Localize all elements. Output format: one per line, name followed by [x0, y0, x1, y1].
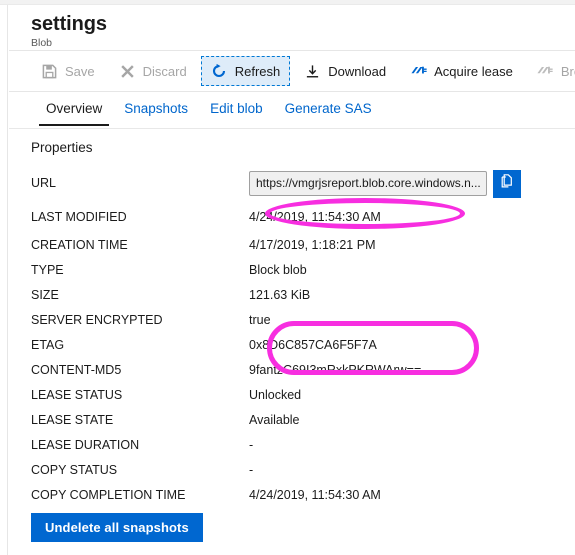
save-icon	[41, 63, 58, 80]
property-value: -	[249, 463, 254, 477]
refresh-button[interactable]: Refresh	[200, 56, 291, 86]
copy-icon	[499, 173, 515, 194]
save-button[interactable]: Save	[31, 56, 105, 86]
discard-button[interactable]: Discard	[109, 56, 197, 86]
property-value: 4/24/2019, 11:54:30 AM	[249, 210, 381, 224]
save-label: Save	[65, 63, 95, 79]
properties-heading: Properties	[31, 140, 93, 155]
acquire-lease-button[interactable]: Acquire lease	[400, 56, 523, 86]
property-label: SERVER ENCRYPTED	[31, 313, 163, 327]
property-label: COPY COMPLETION TIME	[31, 488, 186, 502]
blob-settings-panel: settings Blob Save Discard Refresh Downl…	[0, 0, 575, 555]
property-row-copy-completion-time: COPY COMPLETION TIME 4/24/2019, 11:54:30…	[0, 483, 575, 508]
property-label: CONTENT-MD5	[31, 363, 122, 377]
property-value: 0x8D6C857CA6F5F7A	[249, 338, 377, 352]
property-row-lease-duration: LEASE DURATION -	[0, 433, 575, 458]
property-label: TYPE	[31, 263, 64, 277]
property-label: CREATION TIME	[31, 238, 128, 252]
lease-icon	[410, 63, 427, 80]
url-field-group: https://vmgrjsreport.blob.core.windows.n…	[249, 169, 521, 198]
property-value: Block blob	[249, 263, 307, 277]
property-label: LEASE DURATION	[31, 438, 140, 452]
download-icon	[304, 63, 321, 80]
property-label-url: URL	[31, 176, 57, 190]
panel-header: settings Blob	[9, 5, 575, 51]
discard-icon	[119, 63, 136, 80]
property-label: LEASE STATUS	[31, 388, 123, 402]
property-value: Unlocked	[249, 388, 302, 402]
property-row-server-encrypted: SERVER ENCRYPTED true	[0, 308, 575, 333]
tab-generate-sas[interactable]: Generate SAS	[274, 92, 383, 126]
property-row-content-md5: CONTENT-MD5 9fantzC69I3mRxkPKRWArw==	[0, 358, 575, 383]
discard-label: Discard	[142, 63, 187, 79]
property-value: 121.63 KiB	[249, 288, 311, 302]
tab-overview[interactable]: Overview	[35, 92, 113, 126]
download-button[interactable]: Download	[294, 56, 396, 86]
property-row-last-modified: LAST MODIFIED 4/24/2019, 11:54:30 AM	[0, 201, 575, 233]
tab-snapshots[interactable]: Snapshots	[113, 92, 199, 126]
property-value: 4/24/2019, 11:54:30 AM	[249, 488, 381, 502]
page-title: settings	[31, 13, 107, 35]
acquire-lease-label: Acquire lease	[434, 63, 513, 79]
property-label: SIZE	[31, 288, 59, 302]
property-row-type: TYPE Block blob	[0, 258, 575, 283]
property-value: Available	[249, 413, 300, 427]
property-label: COPY STATUS	[31, 463, 118, 477]
break-lease-label: Break lease	[560, 63, 575, 79]
property-row-lease-status: LEASE STATUS Unlocked	[0, 383, 575, 408]
property-row-creation-time: CREATION TIME 4/17/2019, 1:18:21 PM	[0, 233, 575, 258]
property-row-size: SIZE 121.63 KiB	[0, 283, 575, 308]
copy-url-button[interactable]	[493, 169, 521, 198]
property-label: ETAG	[31, 338, 65, 352]
url-input[interactable]: https://vmgrjsreport.blob.core.windows.n…	[249, 171, 487, 196]
command-bar: Save Discard Refresh Download Acquire le…	[9, 51, 575, 92]
tab-bar: Overview Snapshots Edit blob Generate SA…	[9, 92, 575, 129]
property-row-etag: ETAG 0x8D6C857CA6F5F7A	[0, 333, 575, 358]
break-lease-button[interactable]: Break lease	[527, 56, 575, 86]
properties-list: URL https://vmgrjsreport.blob.core.windo…	[0, 166, 575, 508]
property-row-copy-status: COPY STATUS -	[0, 458, 575, 483]
download-label: Download	[328, 63, 387, 79]
property-value: 9fantzC69I3mRxkPKRWArw==	[249, 363, 422, 377]
property-row-lease-state: LEASE STATE Available	[0, 408, 575, 433]
page-subtitle: Blob	[31, 37, 53, 49]
undelete-all-snapshots-button[interactable]: Undelete all snapshots	[31, 513, 203, 542]
break-lease-icon	[537, 63, 554, 80]
property-row-url: URL https://vmgrjsreport.blob.core.windo…	[0, 166, 575, 201]
property-label: LEASE STATE	[31, 413, 114, 427]
tab-edit-blob[interactable]: Edit blob	[199, 92, 274, 126]
property-label: LAST MODIFIED	[31, 210, 127, 224]
property-value: true	[249, 313, 271, 327]
refresh-label: Refresh	[234, 63, 281, 79]
property-value: -	[249, 438, 254, 452]
refresh-icon	[211, 63, 228, 80]
property-value: 4/17/2019, 1:18:21 PM	[249, 238, 376, 252]
